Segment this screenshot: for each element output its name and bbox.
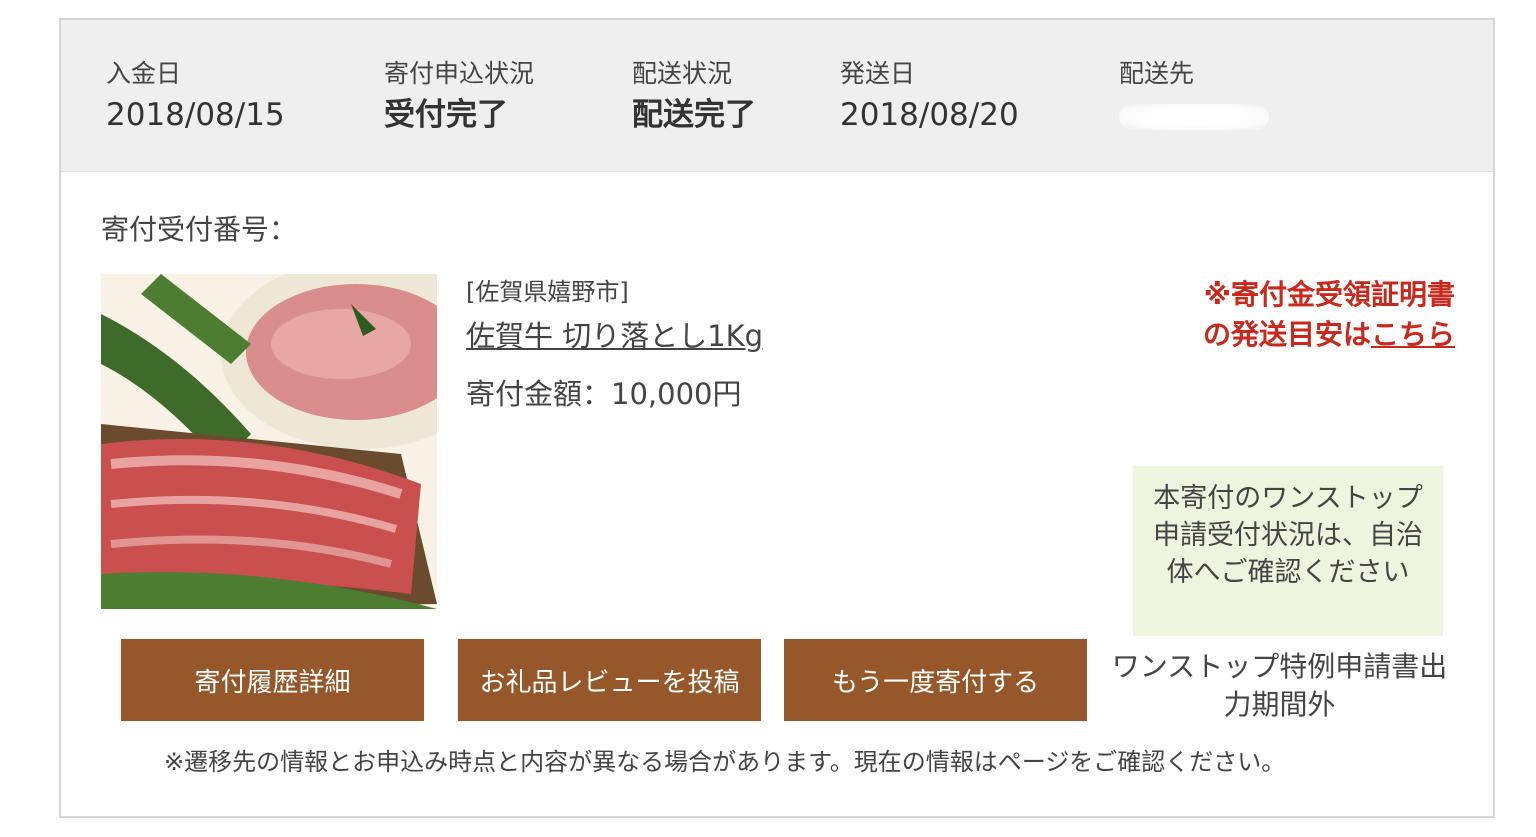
destination-redacted — [1119, 104, 1269, 130]
destination-label: 配送先 — [1119, 59, 1195, 88]
footnote-text: ※遷移先の情報とお申込み時点と内容が異なる場合があります。現在の情報はページをご… — [164, 748, 1286, 776]
product-image[interactable] — [101, 274, 437, 609]
application-status-column: 寄付申込状況 受付完了 — [384, 56, 534, 138]
delivery-status-label: 配送状況 — [632, 59, 733, 88]
product-info: [佐賀県嬉野市] 佐賀牛 切り落とし1Kg 寄付金額：10,000円 — [466, 274, 763, 420]
application-status-label: 寄付申込状況 — [384, 59, 535, 88]
municipality-name: [佐賀県嬉野市] — [466, 278, 629, 306]
delivery-status-column: 配送状況 配送完了 — [632, 56, 756, 138]
receipt-number-label: 寄付受付番号： — [101, 213, 298, 246]
onestop-out-of-period-text: ワンストップ特例申請書出力期間外 — [1111, 650, 1448, 721]
notice-line-1: ※寄付金受領証明書 — [1203, 278, 1455, 311]
donation-history-card: 入金日 2018/08/15 寄付申込状況 受付完了 配送状況 配送完了 発送日… — [59, 18, 1495, 818]
donation-summary-bar: 入金日 2018/08/15 寄付申込状況 受付完了 配送状況 配送完了 発送日… — [61, 20, 1493, 172]
donate-again-button[interactable]: もう一度寄付する — [784, 639, 1087, 721]
destination-column: 配送先 — [1119, 56, 1269, 134]
onestop-status-box: 本寄付のワンストップ申請受付状況は、自治体へご確認ください — [1133, 466, 1443, 636]
receipt-certificate-notice: ※寄付金受領証明書 の発送目安はこちら — [1203, 275, 1455, 355]
notice-link[interactable]: こちら — [1371, 318, 1455, 351]
ship-date-value: 2018/08/20 — [840, 97, 1019, 133]
payment-date-value: 2018/08/15 — [106, 97, 285, 133]
donation-history-detail-button[interactable]: 寄付履歴詳細 — [121, 639, 424, 721]
donation-amount: 寄付金額：10,000円 — [466, 377, 742, 411]
ship-date-label: 発送日 — [840, 59, 916, 88]
application-status-value: 受付完了 — [384, 97, 508, 133]
payment-date-label: 入金日 — [106, 59, 182, 88]
post-review-button[interactable]: お礼品レビューを投稿 — [458, 639, 761, 721]
notice-line-2-text: の発送目安は — [1202, 318, 1371, 351]
product-name-link[interactable]: 佐賀牛 切り落とし1Kg — [466, 310, 763, 362]
beef-photo-graphic — [101, 274, 437, 609]
ship-date-column: 発送日 2018/08/20 — [840, 56, 1019, 138]
notice-line-2: の発送目安はこちら — [1203, 315, 1455, 355]
delivery-status-value: 配送完了 — [632, 97, 756, 133]
payment-date-column: 入金日 2018/08/15 — [106, 56, 285, 138]
